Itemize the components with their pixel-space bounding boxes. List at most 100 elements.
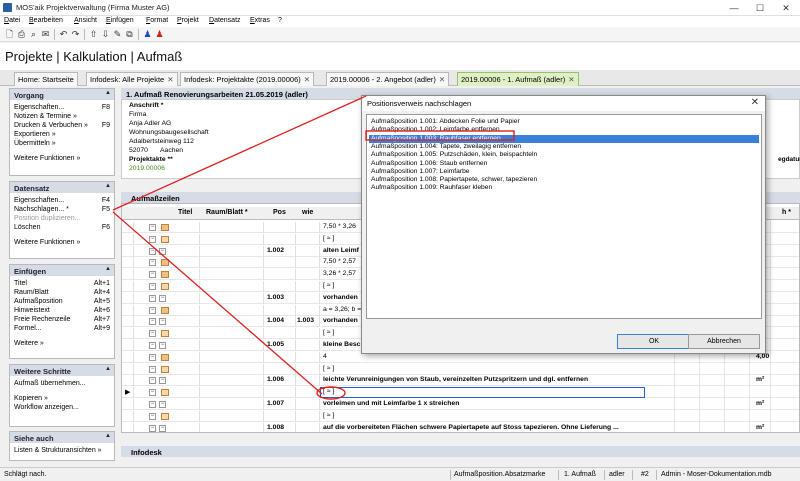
menu-projekt[interactable]: Projekt [177,17,199,24]
user-red-icon[interactable]: ♟ [154,29,165,40]
edit-icon[interactable]: ✎ [112,29,123,40]
sidebar-item-uebermitteln[interactable]: Übermitteln » [10,139,114,148]
expand-icon[interactable]: − [159,247,166,255]
sidebar-item-aufmassposition[interactable]: Aufmaßposition Alt+5 [10,297,114,306]
list-item[interactable]: Aufmaßposition 1.004: Tapete, zweilagig … [369,143,759,151]
sidebar-item-notizen[interactable]: Notizen & Termine » [10,112,114,121]
collapse-icon[interactable]: ▲ [105,266,111,272]
copy-icon[interactable]: ⧉ [124,29,135,40]
undo-icon[interactable]: ↶ [58,29,69,40]
collapse-icon[interactable]: ▲ [105,183,111,189]
expand-icon[interactable]: − [159,294,166,302]
cancel-button[interactable]: Abbrechen [688,334,760,349]
panel-header[interactable]: Datensatz ▲ [10,182,114,193]
sidebar-item-titel[interactable]: Titel Alt+1 [10,279,114,288]
menu-bearbeiten[interactable]: Bearbeiten [29,17,63,24]
row-text[interactable]: [ ≈ ] [323,235,334,242]
menu-datensatz[interactable]: Datensatz [209,17,241,24]
sidebar-item-more[interactable]: Weitere Funktionen » [10,238,114,247]
sidebar-item-listen[interactable]: Listen & Strukturansichten » [10,446,114,455]
sidebar-item-more[interactable]: Weitere Funktionen » [10,154,114,163]
expand-icon[interactable]: − [149,412,156,420]
list-item[interactable]: Aufmaßposition 1.008: Papiertapete, schw… [369,176,759,184]
expand-icon[interactable]: − [159,424,166,432]
expand-icon[interactable]: − [149,342,156,349]
expand-icon[interactable]: − [149,377,156,385]
sidebar-item-uebernehmen[interactable]: Aufmaß übernehmen... [10,379,114,388]
row-text[interactable]: [ ≈ ] [323,329,334,336]
expand-icon[interactable]: − [149,365,156,373]
row-text[interactable]: vorleimen und mit Leimfarbe 1 x streiche… [323,400,459,407]
col-pos[interactable]: Pos [273,209,286,216]
arrow-down-icon[interactable]: ⇩ [100,29,111,40]
list-item[interactable]: Aufmaßposition 1.009: Rauhfaser kleben [369,184,759,192]
position-list[interactable]: Aufmaßposition 1.001: Abdecken Folie und… [366,114,762,319]
dialog-close-icon[interactable]: ✕ [751,97,759,108]
menu-einfuegen[interactable]: Einfügen [106,17,134,24]
sidebar-item-hinweistext[interactable]: Hinweistext Alt+6 [10,306,114,315]
row-text[interactable]: a = 3,26; b = [323,306,361,313]
sidebar-item-eigenschaften[interactable]: Eigenschaften... F8 [10,103,114,112]
sidebar-item-eigenschaften[interactable]: Eigenschaften... F4 [10,196,114,205]
minimize-button[interactable]: — [725,2,743,14]
collapse-icon[interactable]: ▲ [105,90,111,96]
sidebar-item-nachschlagen[interactable]: Nachschlagen... * F5 [10,205,114,214]
sidebar-item-loeschen[interactable]: Löschen F6 [10,223,114,232]
ok-button[interactable]: OK [617,334,691,349]
print-icon[interactable]: ⎙ [16,29,27,40]
expand-icon[interactable]: − [159,401,166,408]
expand-icon[interactable]: − [149,424,156,432]
sidebar-item-more[interactable]: Weitere » [10,339,114,348]
new-doc-icon[interactable]: 🗋 [4,29,15,40]
row-text[interactable]: vorhanden [323,317,358,324]
close-window-button[interactable]: ✕ [777,2,795,14]
tab-angebot[interactable]: 2019.00006 - 2. Angebot (adler) ✕ [326,72,450,86]
expand-icon[interactable]: − [149,401,156,408]
row-text[interactable]: alten Leimf [323,247,359,254]
tab-aufmass[interactable]: 2019.00006 - 1. Aufmaß (adler) ✕ [457,72,579,86]
sidebar-item-rechenzeile[interactable]: Freie Rechenzeile Alt+7 [10,315,114,324]
menu-ansicht[interactable]: Ansicht [74,17,97,24]
list-item[interactable]: Aufmaßposition 1.006: Staub entfernen [369,160,759,168]
tab-close-icon[interactable]: ✕ [304,75,310,84]
tab-alle-projekte[interactable]: Infodesk: Alle Projekte ✕ [86,72,178,86]
menu-extras[interactable]: Extras [250,17,270,24]
expand-icon[interactable]: − [159,342,166,349]
row-text[interactable]: 7,50 * 2,57 [323,258,356,265]
preview-icon[interactable]: ⌕ [28,29,39,40]
sidebar-item-raum[interactable]: Raum/Blatt Alt+4 [10,288,114,297]
list-item[interactable]: Aufmaßposition 1.007: Leimfarbe [369,168,759,176]
redo-icon[interactable]: ↷ [70,29,81,40]
row-text[interactable]: [ ≈ ] [323,282,334,289]
menu-format[interactable]: Format [146,17,168,24]
expand-icon[interactable]: − [149,271,156,279]
edit-cell[interactable] [320,387,645,399]
expand-icon[interactable]: − [149,389,156,397]
row-text[interactable]: 4 [323,353,327,360]
row-text[interactable]: 7,50 * 3,26 [323,223,356,230]
arrow-up-icon[interactable]: ⇧ [88,29,99,40]
expand-icon[interactable]: − [159,318,166,326]
row-text[interactable]: kleine Besc [323,341,360,348]
col-einheit[interactable]: h * [782,209,791,216]
expand-icon[interactable]: − [149,306,156,314]
list-item[interactable]: Aufmaßposition 1.002: Leimfarbe entferne… [369,126,759,134]
col-raum[interactable]: Raum/Blatt * [206,209,248,216]
expand-icon[interactable]: − [149,353,156,361]
sidebar-item-workflow[interactable]: Workflow anzeigen... [10,403,114,412]
user-blue-icon[interactable]: ♟ [142,29,153,40]
row-text[interactable]: [ ≈ ] [323,412,334,419]
expand-icon[interactable]: − [149,330,156,338]
infodesk-header[interactable]: Infodesk [121,446,800,457]
sidebar-item-formel[interactable]: Formel... Alt+9 [10,324,114,333]
menu-datei[interactable]: Datei [4,17,20,24]
project-number[interactable]: 2019.00006 [129,165,165,172]
maximize-button[interactable]: ☐ [751,2,769,14]
expand-icon[interactable]: − [149,224,156,231]
list-item[interactable]: Aufmaßposition 1.001: Abdecken Folie und… [369,118,759,126]
expand-icon[interactable]: − [149,247,156,255]
panel-header[interactable]: Vorgang ▲ [10,89,114,100]
expand-icon[interactable]: − [149,235,156,243]
row-text[interactable]: 3,26 * 2,57 [323,270,356,277]
tab-projektakte[interactable]: Infodesk: Projektakte (2019.00006) ✕ [180,72,315,86]
